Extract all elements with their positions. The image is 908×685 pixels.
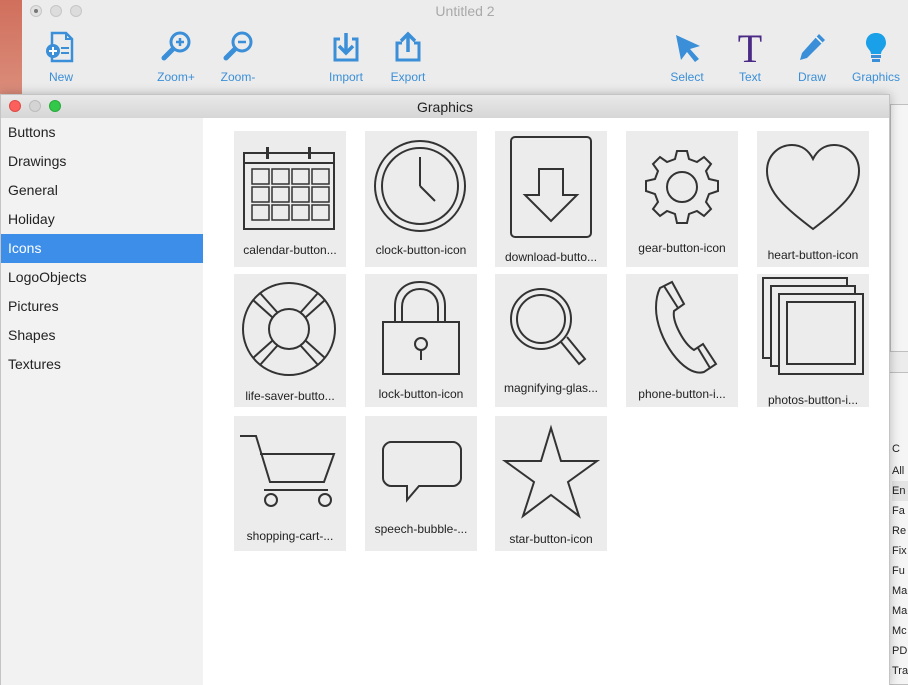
category-sidebar: Buttons Drawings General Holiday Icons L… [1,118,204,685]
graphic-tile[interactable]: photos-button-i... [757,274,869,407]
category-item[interactable]: Buttons [1,118,203,147]
graphic-tile[interactable]: star-button-icon [495,416,607,551]
graphic-tile[interactable]: download-butto... [495,131,607,267]
life-saver-icon [242,282,336,376]
side-list-item[interactable]: Mc [892,621,908,641]
graphic-tile[interactable]: life-saver-butto... [234,274,346,407]
graphic-label: heart-button-icon [767,248,859,262]
graphic-label: photos-button-i... [767,393,859,407]
graphic-tile[interactable]: calendar-button... [234,131,346,267]
svg-text:T: T [738,30,762,64]
new-document-icon [46,31,74,63]
import-button[interactable]: Import [314,30,378,84]
graphics-label: Graphics [851,70,901,84]
lightbulb-icon [866,33,886,62]
side-list-item[interactable]: Fix [892,541,908,561]
graphic-label: life-saver-butto... [245,389,335,403]
text-label: Text [738,70,761,84]
graphic-tile[interactable]: shopping-cart-... [234,416,346,551]
star-icon [501,424,601,519]
graphic-label: star-button-icon [509,532,593,546]
import-label: Import [328,70,363,84]
photos-icon [762,277,864,375]
export-icon [395,31,421,62]
graphic-tile[interactable]: lock-button-icon [365,274,477,407]
text-t-icon: T [738,30,762,64]
category-item[interactable]: Shapes [1,321,203,350]
graphic-label: shopping-cart-... [246,529,334,543]
category-item[interactable]: Textures [1,350,203,379]
arrow-pointer-icon [676,35,700,62]
download-icon [510,136,592,238]
zoom-out-label: Zoom- [220,70,256,84]
graphic-label: clock-button-icon [375,243,467,257]
select-label: Select [670,70,704,84]
side-list-item[interactable]: Ma [892,581,908,601]
panel-titlebar: Graphics [1,95,889,119]
zoom-in-label: Zoom+ [157,70,195,84]
side-list-item[interactable]: All [892,461,908,481]
text-tool-button[interactable]: T Text [718,30,782,84]
side-panel-header: C [892,443,900,455]
title-bar: Untitled 2 [22,0,908,22]
side-window-inspector [890,104,908,352]
select-tool-button[interactable]: Select [655,30,719,84]
pencil-icon [800,34,825,60]
draw-tool-button[interactable]: Draw [780,30,844,84]
graphic-tile[interactable]: phone-button-i... [626,274,738,407]
side-list-item[interactable]: Fu [892,561,908,581]
new-label: New [48,70,73,84]
export-button[interactable]: Export [376,30,440,84]
side-list-item[interactable]: En [892,481,908,501]
category-item-selected[interactable]: Icons [1,234,203,263]
panel-title: Graphics [416,99,474,115]
graphic-tile[interactable]: magnifying-glas... [495,274,607,407]
category-item[interactable]: Pictures [1,292,203,321]
zoom-out-button[interactable]: Zoom- [206,30,270,84]
window-title: Untitled 2 [435,3,495,19]
new-button[interactable]: New [29,30,93,84]
draw-label: Draw [797,70,826,84]
zoom-in-button[interactable]: Zoom+ [144,30,208,84]
zoom-out-icon [223,31,253,61]
graphic-label: gear-button-icon [638,241,726,255]
import-icon [333,33,359,62]
side-list-item[interactable]: Tra [892,661,908,681]
graphics-grid: calendar-button... clock-button-icon dow… [203,118,889,685]
graphic-tile[interactable]: heart-button-icon [757,131,869,267]
category-item[interactable]: Holiday [1,205,203,234]
zoom-in-icon [161,31,191,61]
graphic-label: download-butto... [504,250,598,264]
side-list-item[interactable]: Ma [892,601,908,621]
category-item[interactable]: LogoObjects [1,263,203,292]
graphic-label: calendar-button... [243,243,337,257]
graphics-panel: Graphics Buttons Drawings General Holida… [0,94,890,685]
category-item[interactable]: General [1,176,203,205]
graphic-tile[interactable]: gear-button-icon [626,131,738,267]
export-label: Export [390,70,426,84]
graphic-label: lock-button-icon [378,387,464,401]
category-item[interactable]: Drawings [1,147,203,176]
side-list-item[interactable]: Re [892,521,908,541]
heart-icon [765,143,861,231]
graphic-label: magnifying-glas... [503,381,599,395]
graphic-label: phone-button-i... [638,387,726,401]
graphics-button[interactable]: Graphics [844,30,908,84]
graphic-tile[interactable]: speech-bubble-... [365,416,477,551]
toolbar: New Zoom+ Zoom- Import Export Select T T… [22,22,908,92]
side-list-item[interactable]: PD [892,641,908,661]
side-list-item[interactable]: Fa [892,501,908,521]
graphic-tile[interactable]: clock-button-icon [365,131,477,267]
graphic-label: speech-bubble-... [374,522,468,536]
